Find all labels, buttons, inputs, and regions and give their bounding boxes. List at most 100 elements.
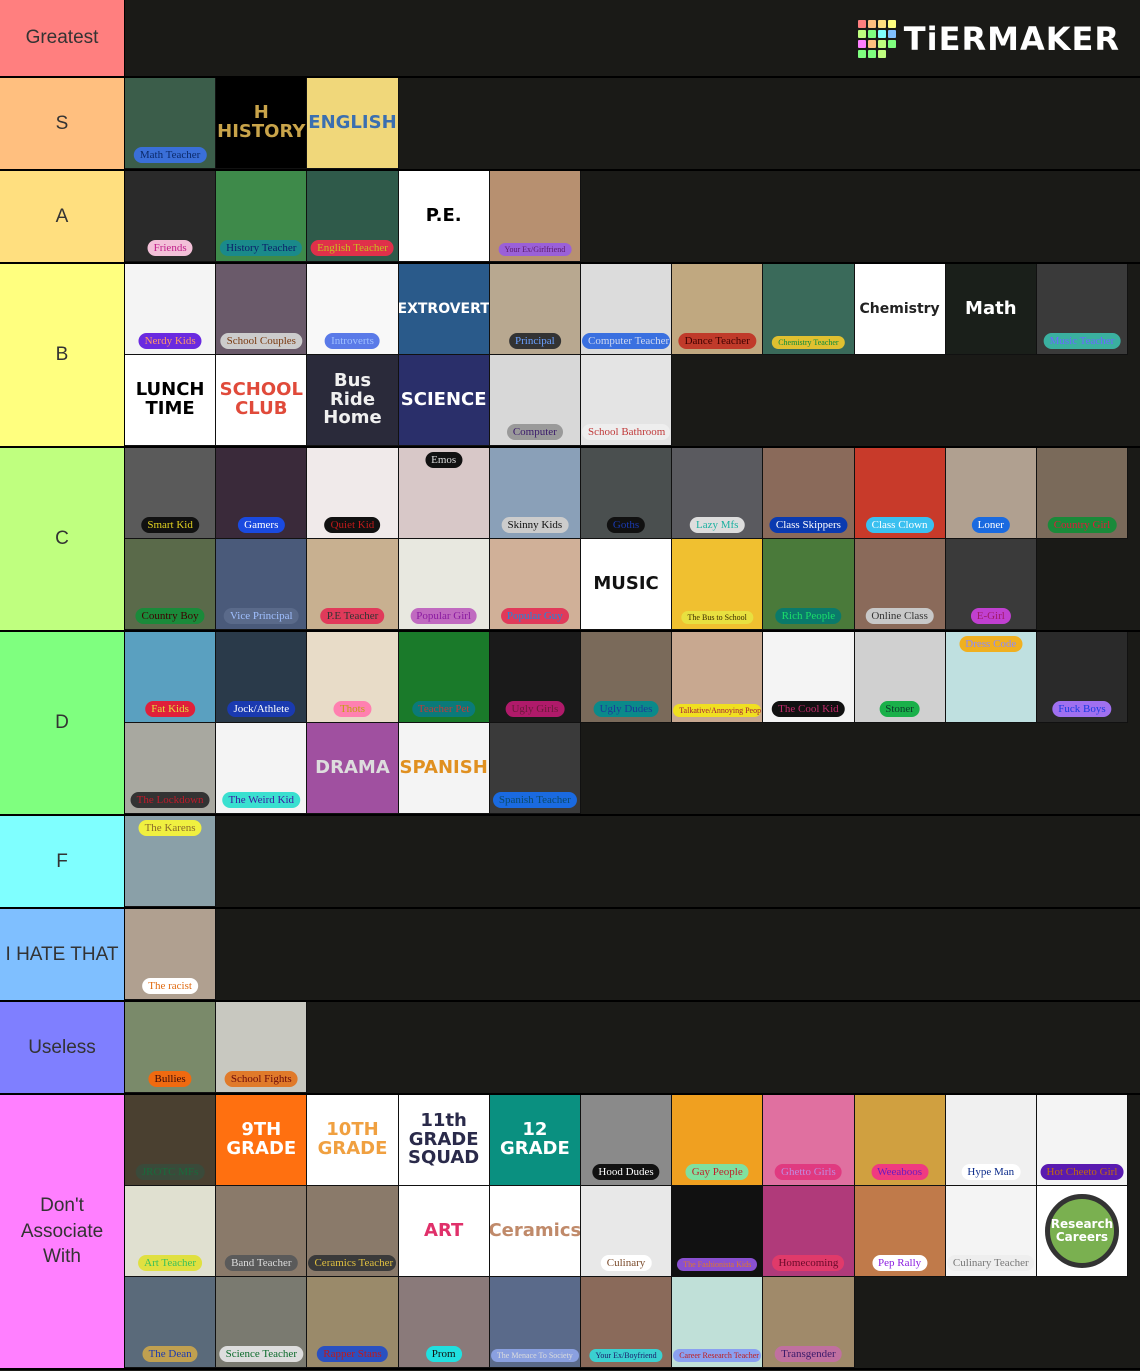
tier-item-ceramics-teacher[interactable]: Ceramics Teacher	[307, 1186, 399, 1277]
tier-label[interactable]: D	[0, 632, 125, 814]
tier-item-friends[interactable]: Friends	[125, 171, 217, 262]
tier-label[interactable]: Don't Associate With	[0, 1095, 125, 1368]
tier-item-research-careers[interactable]: Research Careers	[1036, 1186, 1129, 1277]
tier-label[interactable]: F	[0, 816, 125, 907]
tier-item-rapper-stans[interactable]: Rapper Stans	[307, 1277, 399, 1368]
tier-item-the-bus-to-school[interactable]: The Bus to School	[672, 539, 764, 630]
tier-item-culinary-teacher[interactable]: Culinary Teacher	[945, 1186, 1037, 1277]
tier-item-fuck-boys[interactable]: Fuck Boys	[1036, 632, 1129, 723]
tier-item-math-teacher[interactable]: Math Teacher	[125, 78, 217, 169]
tier-label[interactable]: A	[0, 171, 125, 262]
tier-label[interactable]: I HATE THAT	[0, 909, 125, 1000]
tier-item-country-boy[interactable]: Country Boy	[125, 539, 217, 630]
tier-item-career-research-teacher[interactable]: Career Research Teacher	[672, 1277, 764, 1368]
tier-item-school-fights[interactable]: School Fights	[216, 1002, 308, 1093]
tier-item-spanish[interactable]: SPANISH	[398, 723, 490, 814]
tier-label[interactable]: C	[0, 448, 125, 630]
tier-item-art[interactable]: ART	[398, 1186, 490, 1277]
tier-item-computer[interactable]: Computer	[489, 355, 581, 446]
tier-item-skinny-kids[interactable]: Skinny Kids	[489, 448, 581, 539]
tier-item-rich-people[interactable]: Rich People	[763, 539, 855, 630]
tier-label[interactable]: B	[0, 264, 125, 446]
tier-item-nerdy-kids[interactable]: Nerdy Kids	[125, 264, 217, 355]
tier-item-h-history[interactable]: H HISTORY	[216, 78, 308, 169]
tier-item-quiet-kid[interactable]: Quiet Kid	[307, 448, 399, 539]
tier-item-ceramics[interactable]: Ceramics	[489, 1186, 581, 1277]
tier-item-thots[interactable]: Thots	[307, 632, 399, 723]
tier-item-the-lockdown[interactable]: The Lockdown	[125, 723, 217, 814]
tier-item-bullies[interactable]: Bullies	[125, 1002, 217, 1093]
tier-item-country-girl[interactable]: Country Girl	[1036, 448, 1129, 539]
tier-item-the-racist[interactable]: The racist	[125, 909, 217, 1000]
tier-item-spanish-teacher[interactable]: Spanish Teacher	[489, 723, 581, 814]
tier-item-lunch-time[interactable]: LUNCH TIME	[125, 355, 217, 446]
tier-item-dance-teacher[interactable]: Dance Teacher	[672, 264, 764, 355]
tier-label[interactable]: S	[0, 78, 125, 169]
tier-item-culinary[interactable]: Culinary	[580, 1186, 673, 1277]
tier-item-popular-guy[interactable]: Popular Guy	[489, 539, 581, 630]
tier-item-the-dean[interactable]: The Dean	[125, 1277, 217, 1368]
tier-item-homecoming[interactable]: Homecoming	[763, 1186, 855, 1277]
tier-item-vice-principal[interactable]: Vice Principal	[216, 539, 308, 630]
tier-item-p-e-teacher[interactable]: P.E Teacher	[307, 539, 399, 630]
tier-item-school-couples[interactable]: School Couples	[216, 264, 308, 355]
tier-item-the-cool-kid[interactable]: The Cool Kid	[763, 632, 855, 723]
tier-item-goths[interactable]: Goths	[580, 448, 673, 539]
tier-item-jrotc-mfs[interactable]: JROTC MFs	[125, 1095, 217, 1186]
tier-item-your-ex-boyfriend[interactable]: Your Ex/Boyfriend	[580, 1277, 673, 1368]
tier-item-drama[interactable]: DRAMA	[307, 723, 399, 814]
tier-item-the-weird-kid[interactable]: The Weird Kid	[216, 723, 308, 814]
tier-item-music-teacher[interactable]: Music Teacher	[1036, 264, 1129, 355]
tier-item-the-karens[interactable]: The Karens	[125, 816, 217, 907]
tier-item-bus-ride-home[interactable]: Bus Ride Home	[307, 355, 399, 446]
tier-item-class-clown[interactable]: Class Clown	[854, 448, 946, 539]
tier-item-hype-man[interactable]: Hype Man	[945, 1095, 1037, 1186]
tier-item-talkative-annoying-people[interactable]: Talkative/Annoying People	[672, 632, 764, 723]
tier-item-math[interactable]: Math	[945, 264, 1037, 355]
tier-item-chemistry-teacher[interactable]: Chemistry Teacher	[763, 264, 855, 355]
tier-item-history-teacher[interactable]: History Teacher	[216, 171, 308, 262]
tier-item-music[interactable]: MUSIC	[580, 539, 673, 630]
tier-item-lazy-mfs[interactable]: Lazy Mfs	[672, 448, 764, 539]
tier-item-english[interactable]: ENGLISH	[307, 78, 399, 169]
tier-item-ugly-girls[interactable]: Ugly Girls	[489, 632, 581, 723]
tier-item-chemistry[interactable]: Chemistry	[854, 264, 946, 355]
tier-item-smart-kid[interactable]: Smart Kid	[125, 448, 217, 539]
tier-item-e-girl[interactable]: E-Girl	[945, 539, 1037, 630]
tier-item-the-menace-to-society[interactable]: The Menace To Society	[489, 1277, 581, 1368]
tier-item-school-bathroom[interactable]: School Bathroom	[580, 355, 673, 446]
tier-item-teacher-pet[interactable]: Teacher Pet	[398, 632, 490, 723]
tier-item-extrovert[interactable]: EXTROVERT	[398, 264, 490, 355]
tier-label[interactable]: Useless	[0, 1002, 125, 1093]
tier-item-english-teacher[interactable]: English Teacher	[307, 171, 399, 262]
tier-item-introverts[interactable]: Introverts	[307, 264, 399, 355]
tier-item-transgender[interactable]: Transgender	[763, 1277, 855, 1368]
tier-item-fat-kids[interactable]: Fat Kids	[125, 632, 217, 723]
tier-item-10th-grade[interactable]: 10TH GRADE	[307, 1095, 399, 1186]
tier-item-stoner[interactable]: Stoner	[854, 632, 946, 723]
tier-item-p-e[interactable]: P.E.	[398, 171, 490, 262]
tier-item-ugly-dudes[interactable]: Ugly Dudes	[580, 632, 673, 723]
tier-item-band-teacher[interactable]: Band Teacher	[216, 1186, 308, 1277]
tier-item-12-grade[interactable]: 12 GRADE	[489, 1095, 581, 1186]
tier-item-pep-rally[interactable]: Pep Rally	[854, 1186, 946, 1277]
tier-item-dress-code[interactable]: Dress Code	[945, 632, 1037, 723]
tier-item-emos[interactable]: Emos	[398, 448, 490, 539]
tier-item-principal[interactable]: Principal	[489, 264, 581, 355]
tier-item-the-fashionista-kids[interactable]: The Fashionista Kids	[672, 1186, 764, 1277]
tier-item-11th-grade-squad[interactable]: 11th GRADE SQUAD	[398, 1095, 490, 1186]
tier-item-online-class[interactable]: Online Class	[854, 539, 946, 630]
tier-item-weeaboos[interactable]: Weeaboos	[854, 1095, 946, 1186]
tier-label[interactable]: Greatest	[0, 0, 125, 76]
tier-item-hood-dudes[interactable]: Hood Dudes	[580, 1095, 673, 1186]
tier-item-your-ex-girlfriend[interactable]: Your Ex/Girlfriend	[489, 171, 581, 262]
tier-item-ghetto-girls[interactable]: Ghetto Girls	[763, 1095, 855, 1186]
tier-item-loner[interactable]: Loner	[945, 448, 1037, 539]
tier-item-science[interactable]: SCIENCE	[398, 355, 490, 446]
tier-item-computer-teacher[interactable]: Computer Teacher	[580, 264, 673, 355]
tier-item-popular-girl[interactable]: Popular Girl	[398, 539, 490, 630]
tier-item-science-teacher[interactable]: Science Teacher	[216, 1277, 308, 1368]
tier-item-jock-athlete[interactable]: Jock/Athlete	[216, 632, 308, 723]
tier-item-class-skippers[interactable]: Class Skippers	[763, 448, 855, 539]
tier-item-9th-grade[interactable]: 9TH GRADE	[216, 1095, 308, 1186]
